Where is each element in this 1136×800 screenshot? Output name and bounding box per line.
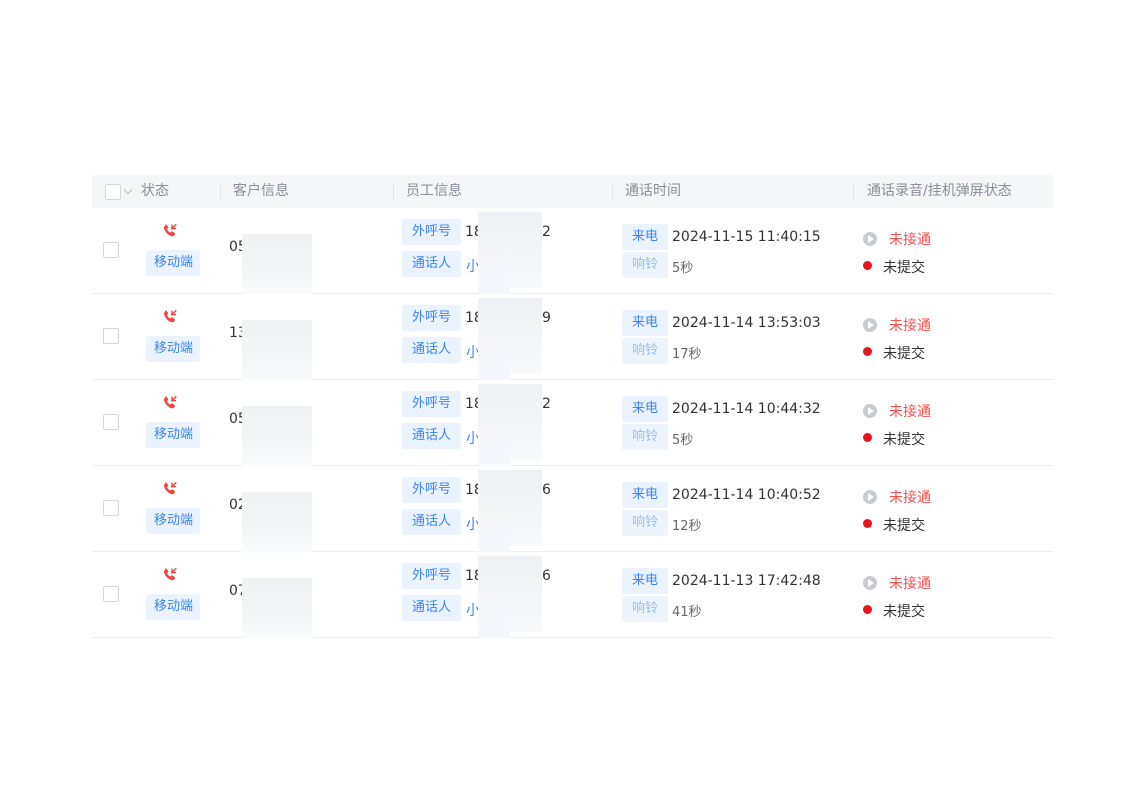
employee-phone-suffix: 2 <box>542 396 551 412</box>
chevron-down-icon[interactable] <box>123 185 133 195</box>
ring-duration: 5秒 <box>672 433 694 448</box>
device-tag: 移动端 <box>146 422 200 448</box>
outbound-number-tag: 外呼号 <box>402 477 462 503</box>
header-call-time: 通话时间 <box>625 183 681 199</box>
device-tag: 移动端 <box>146 508 200 534</box>
employee-phone-suffix: 6 <box>542 568 551 584</box>
row-checkbox[interactable] <box>103 586 119 602</box>
ring-duration: 12秒 <box>672 519 702 534</box>
caller-tag: 通话人 <box>402 423 462 449</box>
recording-status: 未接通 <box>889 490 931 506</box>
ring-duration: 41秒 <box>672 605 702 620</box>
redaction-mask <box>478 608 510 638</box>
play-icon[interactable] <box>863 404 877 418</box>
redaction-mask <box>478 350 510 380</box>
table-row: 移动端 05 外呼号 18 2 通话人 小 来电 2024-11-14 10:4… <box>92 380 1053 466</box>
call-direction-tag: 来电 <box>622 482 669 508</box>
header-divider <box>220 183 221 200</box>
caller-tag: 通话人 <box>402 509 462 535</box>
call-direction-tag: 来电 <box>622 396 669 422</box>
recording-status: 未接通 <box>889 232 931 248</box>
play-icon[interactable] <box>863 490 877 504</box>
employee-phone-suffix: 6 <box>542 482 551 498</box>
call-direction-tag: 来电 <box>622 224 669 250</box>
header-divider <box>393 183 394 200</box>
header-divider <box>853 183 854 200</box>
ring-duration: 17秒 <box>672 347 702 362</box>
redaction-mask <box>478 522 510 552</box>
call-datetime: 2024-11-14 13:53:03 <box>672 315 821 331</box>
call-datetime: 2024-11-15 11:40:15 <box>672 229 821 245</box>
device-tag: 移动端 <box>146 336 200 362</box>
call-records-table: 状态 客户信息 员工信息 通话时间 通话录音/挂机弹屏状态 移动端 05 外呼号… <box>92 175 1053 638</box>
recording-status: 未接通 <box>889 404 931 420</box>
row-checkbox[interactable] <box>103 242 119 258</box>
redaction-mask <box>478 436 510 466</box>
missed-call-phone-icon <box>163 568 177 581</box>
header-recording: 通话录音/挂机弹屏状态 <box>867 183 1012 199</box>
caller-tag: 通话人 <box>402 337 462 363</box>
caller-tag: 通话人 <box>402 595 462 621</box>
row-checkbox[interactable] <box>103 414 119 430</box>
table-header: 状态 客户信息 员工信息 通话时间 通话录音/挂机弹屏状态 <box>92 175 1053 208</box>
table-row: 移动端 02 2 外呼号 18 6 通话人 小 来电 2024-11-14 10… <box>92 466 1053 552</box>
employee-phone-suffix: 9 <box>542 310 551 326</box>
header-customer: 客户信息 <box>233 183 289 199</box>
call-direction-tag: 来电 <box>622 568 669 594</box>
caller-tag: 通话人 <box>402 251 462 277</box>
device-tag: 移动端 <box>146 594 200 620</box>
redaction-mask <box>242 320 312 380</box>
missed-call-phone-icon <box>163 310 177 323</box>
select-all-checkbox[interactable] <box>105 184 121 200</box>
redaction-mask <box>242 234 312 294</box>
redaction-mask <box>242 492 312 552</box>
redaction-mask <box>242 406 312 466</box>
missed-call-phone-icon <box>163 482 177 495</box>
header-status: 状态 <box>141 183 169 199</box>
ring-tag: 响铃 <box>622 252 669 278</box>
recording-status: 未接通 <box>889 318 931 334</box>
status-dot <box>863 261 872 270</box>
table-row: 移动端 13 9 外呼号 18 9 通话人 小 来电 2024-11-14 13… <box>92 294 1053 380</box>
ring-tag: 响铃 <box>622 424 669 450</box>
table-row: 移动端 07 2 外呼号 18 6 通话人 小 来电 2024-11-13 17… <box>92 552 1053 638</box>
outbound-number-tag: 外呼号 <box>402 219 462 245</box>
submit-status: 未提交 <box>883 518 925 534</box>
outbound-number-tag: 外呼号 <box>402 391 462 417</box>
ring-tag: 响铃 <box>622 338 669 364</box>
row-checkbox[interactable] <box>103 328 119 344</box>
play-icon[interactable] <box>863 232 877 246</box>
table-body: 移动端 05 外呼号 18 2 通话人 小 来电 2024-11-15 11:4… <box>92 208 1053 638</box>
submit-status: 未提交 <box>883 260 925 276</box>
ring-tag: 响铃 <box>622 596 669 622</box>
submit-status: 未提交 <box>883 604 925 620</box>
play-icon[interactable] <box>863 576 877 590</box>
employee-phone-suffix: 2 <box>542 224 551 240</box>
missed-call-phone-icon <box>163 396 177 409</box>
device-tag: 移动端 <box>146 250 200 276</box>
ring-tag: 响铃 <box>622 510 669 536</box>
call-datetime: 2024-11-14 10:44:32 <box>672 401 821 417</box>
submit-status: 未提交 <box>883 432 925 448</box>
call-datetime: 2024-11-14 10:40:52 <box>672 487 821 503</box>
row-checkbox[interactable] <box>103 500 119 516</box>
redaction-mask <box>242 578 312 638</box>
submit-status: 未提交 <box>883 346 925 362</box>
outbound-number-tag: 外呼号 <box>402 305 462 331</box>
recording-status: 未接通 <box>889 576 931 592</box>
header-employee: 员工信息 <box>406 183 462 199</box>
missed-call-phone-icon <box>163 224 177 237</box>
outbound-number-tag: 外呼号 <box>402 563 462 589</box>
redaction-mask <box>478 264 510 294</box>
table-row: 移动端 05 外呼号 18 2 通话人 小 来电 2024-11-15 11:4… <box>92 208 1053 294</box>
call-datetime: 2024-11-13 17:42:48 <box>672 573 821 589</box>
play-icon[interactable] <box>863 318 877 332</box>
status-dot <box>863 347 872 356</box>
status-dot <box>863 605 872 614</box>
ring-duration: 5秒 <box>672 261 694 276</box>
status-dot <box>863 433 872 442</box>
status-dot <box>863 519 872 528</box>
header-divider <box>612 183 613 200</box>
call-direction-tag: 来电 <box>622 310 669 336</box>
